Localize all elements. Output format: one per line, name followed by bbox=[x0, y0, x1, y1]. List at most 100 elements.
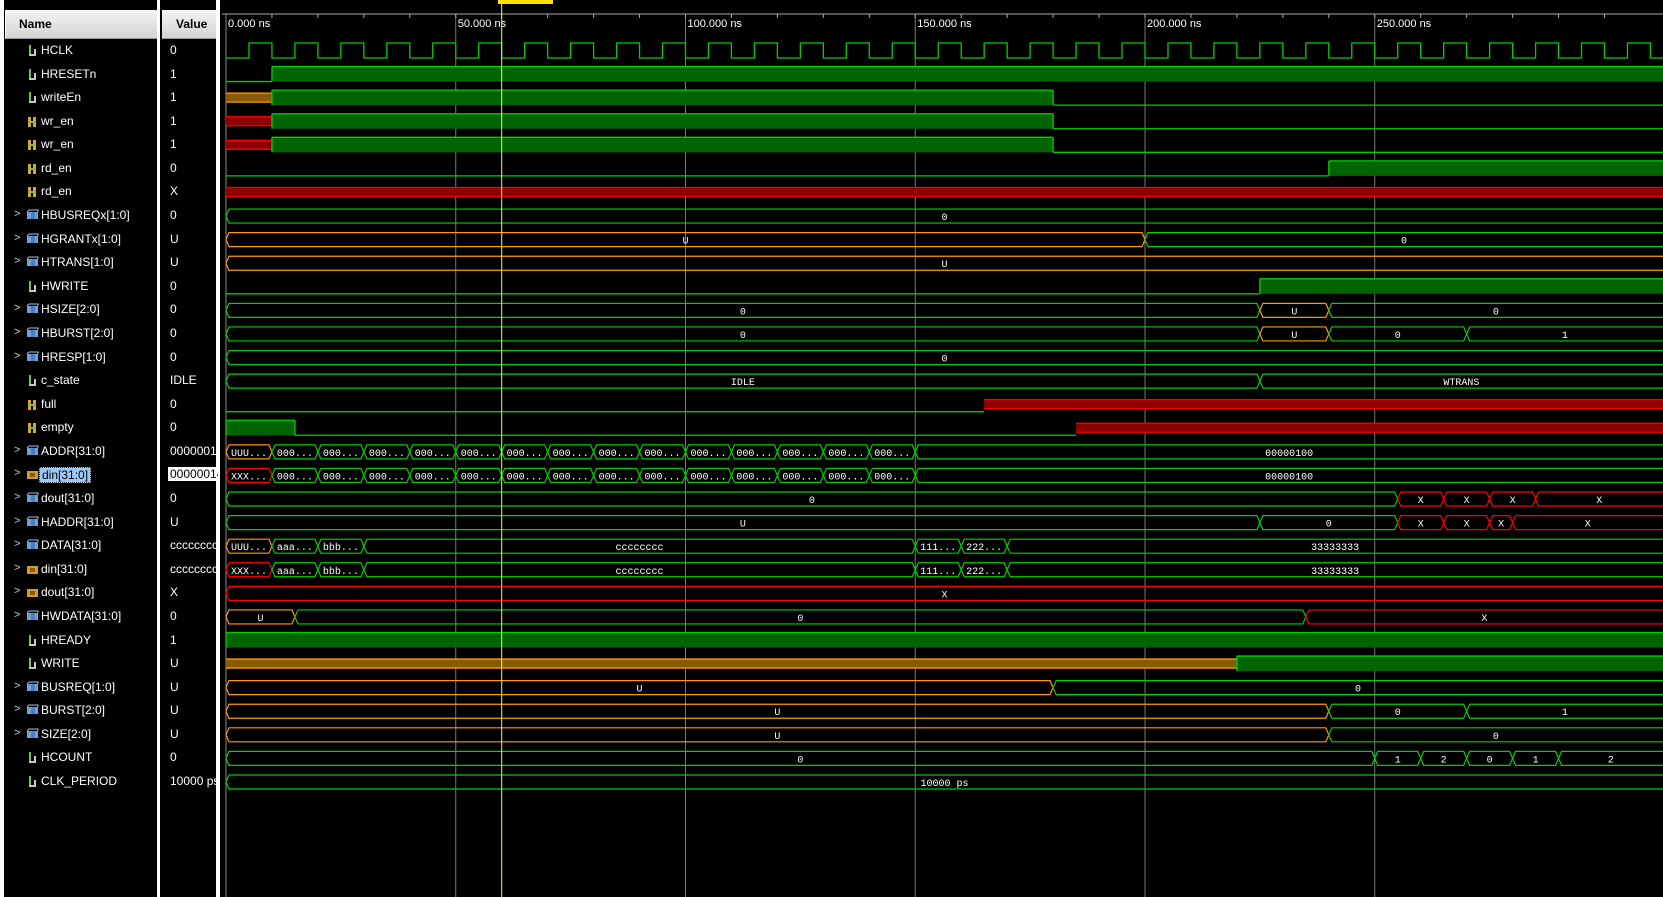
expand-chevron-icon[interactable]: > bbox=[14, 727, 23, 739]
signal-row[interactable]: > HBUSREQx[1:0] bbox=[14, 205, 160, 227]
signal-row[interactable]: wr_en bbox=[14, 134, 160, 156]
signal-row[interactable]: HREADY bbox=[14, 630, 160, 652]
bus-signal-icon bbox=[26, 610, 39, 623]
signal-name[interactable]: empty bbox=[41, 420, 74, 434]
signal-row[interactable]: > ADDR[31:0] bbox=[14, 441, 160, 463]
waveform-canvas[interactable]: 0.000 ns 50.000 ns 100.000 ns 150.000 ns 200… bbox=[222, 0, 1663, 897]
value-row: 1 bbox=[168, 630, 218, 652]
signal-name[interactable]: HADDR[31:0] bbox=[41, 515, 114, 529]
signal-name[interactable]: HTRANS[1:0] bbox=[41, 255, 114, 269]
signal-name[interactable]: full bbox=[41, 397, 56, 411]
expand-chevron-icon[interactable]: > bbox=[14, 515, 23, 527]
expand-chevron-icon[interactable]: > bbox=[14, 538, 23, 550]
value-row: U bbox=[168, 252, 218, 274]
expand-chevron-icon[interactable]: > bbox=[14, 302, 23, 314]
signal-row[interactable]: full bbox=[14, 394, 160, 416]
signal-name[interactable]: ADDR[31:0] bbox=[41, 444, 105, 458]
signal-row[interactable]: wr_en bbox=[14, 111, 160, 133]
bus-value-label: 000... bbox=[874, 472, 910, 483]
signal-name[interactable]: dout[31:0] bbox=[41, 585, 94, 599]
expand-chevron-icon[interactable]: > bbox=[14, 444, 23, 456]
bus-value-label: 0 bbox=[1487, 755, 1493, 766]
bus-value-label: 000... bbox=[874, 449, 910, 460]
signal-row[interactable]: HRESETn bbox=[14, 64, 160, 86]
signal-row[interactable]: HCOUNT bbox=[14, 747, 160, 769]
signal-row[interactable]: writeEn bbox=[14, 87, 160, 109]
signal-name[interactable]: HBURST[2:0] bbox=[41, 326, 114, 340]
signal-row[interactable]: HCLK bbox=[14, 40, 160, 62]
signal-row[interactable]: > dout[31:0] bbox=[14, 582, 160, 604]
signal-name[interactable]: HBUSREQx[1:0] bbox=[41, 208, 130, 222]
signal-name[interactable]: HREADY bbox=[41, 633, 91, 647]
expand-chevron-icon[interactable]: > bbox=[14, 609, 23, 621]
signal-name[interactable]: WRITE bbox=[41, 656, 80, 670]
signal-row[interactable]: > din[31:0] bbox=[14, 559, 160, 581]
signal-row[interactable]: > HBURST[2:0] bbox=[14, 323, 160, 345]
signal-row[interactable]: > DATA[31:0] bbox=[14, 535, 160, 557]
signal-row[interactable]: > SIZE[2:0] bbox=[14, 724, 160, 746]
signal-name[interactable]: rd_en bbox=[41, 161, 72, 175]
value-column-header[interactable]: Value bbox=[162, 10, 217, 39]
signal-name[interactable]: HRESP[1:0] bbox=[41, 350, 106, 364]
expand-chevron-icon[interactable]: > bbox=[14, 491, 23, 503]
signal-row[interactable]: > BUSREQ[1:0] bbox=[14, 677, 160, 699]
signal-row[interactable]: > HSIZE[2:0] bbox=[14, 299, 160, 321]
signal-row[interactable]: > HRESP[1:0] bbox=[14, 347, 160, 369]
signal-name[interactable]: SIZE[2:0] bbox=[41, 727, 91, 741]
signal-name[interactable]: BURST[2:0] bbox=[41, 703, 105, 717]
expand-chevron-icon[interactable]: > bbox=[14, 350, 23, 362]
expand-chevron-icon[interactable]: > bbox=[14, 208, 23, 220]
signal-name[interactable]: dout[31:0] bbox=[41, 491, 94, 505]
signal-name[interactable]: BUSREQ[1:0] bbox=[41, 680, 115, 694]
signal-name[interactable]: CLK_PERIOD bbox=[41, 774, 117, 788]
signal-row[interactable]: rd_en bbox=[14, 181, 160, 203]
bus-value-label: cccccccc bbox=[616, 543, 664, 554]
bus-value-label: 00000100 bbox=[1265, 449, 1313, 460]
signal-row[interactable]: c_state bbox=[14, 370, 160, 392]
signal-row[interactable]: WRITE bbox=[14, 653, 160, 675]
signal-name[interactable]: wr_en bbox=[41, 137, 74, 151]
signal-name[interactable]: HCLK bbox=[41, 43, 73, 57]
logic-signal-icon bbox=[26, 634, 39, 647]
signal-name[interactable]: HRESETn bbox=[41, 67, 96, 81]
signal-name[interactable]: HCOUNT bbox=[41, 750, 92, 764]
signal-name[interactable]: rd_en bbox=[41, 184, 72, 198]
signal-row[interactable]: HWRITE bbox=[14, 276, 160, 298]
expand-chevron-icon[interactable]: > bbox=[14, 467, 23, 479]
expand-chevron-icon[interactable]: > bbox=[14, 585, 23, 597]
time-tick-label: 100.000 ns bbox=[688, 18, 743, 30]
expand-chevron-icon[interactable]: > bbox=[14, 562, 23, 574]
signal-row[interactable]: > BURST[2:0] bbox=[14, 700, 160, 722]
signal-name[interactable]: writeEn bbox=[41, 90, 81, 104]
signal-name[interactable]: HWDATA[31:0] bbox=[41, 609, 121, 623]
expand-chevron-icon[interactable]: > bbox=[14, 255, 23, 267]
signal-row[interactable]: > din[31:0] bbox=[14, 464, 160, 486]
cursor-marker[interactable] bbox=[498, 0, 553, 4]
signal-row[interactable]: CLK_PERIOD bbox=[14, 771, 160, 793]
value-row: 0 bbox=[168, 276, 218, 298]
signal-row[interactable]: > HADDR[31:0] bbox=[14, 512, 160, 534]
signal-row[interactable]: empty bbox=[14, 417, 160, 439]
signal-name[interactable]: wr_en bbox=[41, 114, 74, 128]
signal-name[interactable]: din[31:0] bbox=[39, 467, 92, 483]
expand-chevron-icon[interactable]: > bbox=[14, 232, 23, 244]
signal-name[interactable]: din[31:0] bbox=[41, 562, 87, 576]
signal-row[interactable]: > HWDATA[31:0] bbox=[14, 606, 160, 628]
signal-name[interactable]: DATA[31:0] bbox=[41, 538, 101, 552]
signal-row[interactable]: > HGRANTx[1:0] bbox=[14, 229, 160, 251]
signal-row[interactable]: rd_en bbox=[14, 158, 160, 180]
signal-row[interactable]: > HTRANS[1:0] bbox=[14, 252, 160, 274]
signal-name[interactable]: HGRANTx[1:0] bbox=[41, 232, 121, 246]
expand-chevron-icon[interactable]: > bbox=[14, 703, 23, 715]
signal-value: U bbox=[170, 727, 179, 741]
signal-name[interactable]: HWRITE bbox=[41, 279, 88, 293]
expand-chevron-icon[interactable]: > bbox=[14, 326, 23, 338]
expand-chevron-icon[interactable]: > bbox=[14, 680, 23, 692]
waveform-panel[interactable]: 0.000 ns 50.000 ns 100.000 ns 150.000 ns 200… bbox=[222, 0, 1663, 897]
bus-value-label: 000... bbox=[369, 449, 405, 460]
signal-row[interactable]: > dout[31:0] bbox=[14, 488, 160, 510]
bus-signal-icon bbox=[26, 681, 39, 694]
name-column-header[interactable]: Name bbox=[5, 10, 157, 39]
signal-name[interactable]: c_state bbox=[41, 373, 80, 387]
signal-name[interactable]: HSIZE[2:0] bbox=[41, 302, 100, 316]
